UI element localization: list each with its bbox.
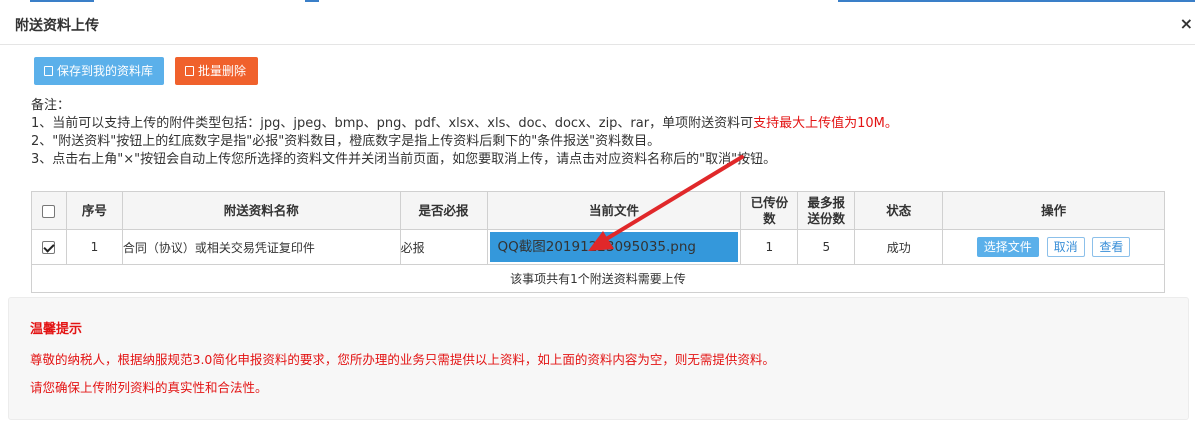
header-required: 是否必报 [399, 191, 488, 230]
batch-delete-button[interactable]: 批量删除 [175, 57, 258, 85]
attachments-table: 序号 附送资料名称 是否必报 当前文件 已传份数 最多报 送份数 状态 操作 1 … [31, 191, 1165, 293]
row-status: 成功 [854, 229, 944, 265]
row-file-cell: QQ截图20191223095035.png [486, 229, 742, 265]
save-icon [44, 66, 53, 76]
select-all-checkbox[interactable] [42, 204, 56, 218]
tips-panel: 温馨提示 尊敬的纳税人，根据纳服规范3.0简化申报资料的要求，您所办理的业务只需… [8, 297, 1189, 420]
trash-icon [185, 66, 194, 76]
row-uploaded: 1 [740, 229, 799, 265]
header-status: 状态 [854, 191, 944, 230]
select-all-header [31, 191, 67, 230]
dialog-header: 附送资料上传 × [0, 3, 1195, 45]
tips-line-2: 请您确保上传附列资料的真实性和合法性。 [30, 380, 268, 395]
cancel-button[interactable]: 取消 [1046, 237, 1085, 257]
notes-line-3: 3、点击右上角"×"按钮会自动上传您所选择的资料文件并关闭当前页面，如您要取消上… [31, 152, 777, 167]
notes-line-2: 2、"附送资料"按钮上的红底数字是指"必报"资料数目，橙底数字是指上传资料后剩下… [31, 134, 661, 149]
table-footer: 该事项共有1个附送资料需要上传 [31, 264, 1165, 293]
tips-line-1: 尊敬的纳税人，根据纳服规范3.0简化申报资料的要求，您所办理的业务只需提供以上资… [30, 352, 775, 367]
notes: 备注： 1、当前可以支持上传的附件类型包括：jpg、jpeg、bmp、png、p… [31, 97, 898, 169]
header-name: 附送资料名称 [121, 191, 401, 230]
header-uploaded: 已传份数 [740, 191, 799, 230]
view-button[interactable]: 查看 [1092, 237, 1131, 257]
row-required: 必报 [399, 229, 488, 265]
tips-title: 温馨提示 [30, 322, 83, 337]
delete-button-label: 批量删除 [198, 64, 247, 78]
row-checkbox[interactable] [42, 241, 56, 254]
save-button-label: 保存到我的资料库 [57, 64, 154, 78]
dialog-title: 附送资料上传 [15, 18, 99, 34]
header-max: 最多报 送份数 [797, 191, 856, 230]
close-icon[interactable]: × [1180, 14, 1193, 33]
row-name: 合同（协议）或相关交易凭证复印件 [121, 229, 401, 265]
table-footer-row: 该事项共有1个附送资料需要上传 [31, 264, 1165, 293]
row-max: 5 [797, 229, 856, 265]
table-header-row: 序号 附送资料名称 是否必报 当前文件 已传份数 最多报 送份数 状态 操作 [31, 191, 1165, 230]
header-file: 当前文件 [486, 191, 742, 230]
table-row: 1 合同（协议）或相关交易凭证复印件 必报 QQ截图20191223095035… [31, 229, 1165, 265]
save-to-library-button[interactable]: 保存到我的资料库 [34, 57, 164, 85]
row-ops: 选择文件 取消 查看 [942, 229, 1165, 265]
row-seq: 1 [65, 229, 123, 265]
row-select-cell [31, 229, 67, 265]
current-file-name[interactable]: QQ截图20191223095035.png [489, 232, 739, 262]
notes-line-1: 1、当前可以支持上传的附件类型包括：jpg、jpeg、bmp、png、pdf、x… [31, 116, 898, 131]
max-size-warning: 支持最大上传值为10M。 [753, 116, 898, 131]
header-seq: 序号 [65, 191, 123, 230]
choose-file-button[interactable]: 选择文件 [976, 237, 1039, 257]
header-ops: 操作 [942, 191, 1165, 230]
notes-heading: 备注： [31, 98, 71, 113]
